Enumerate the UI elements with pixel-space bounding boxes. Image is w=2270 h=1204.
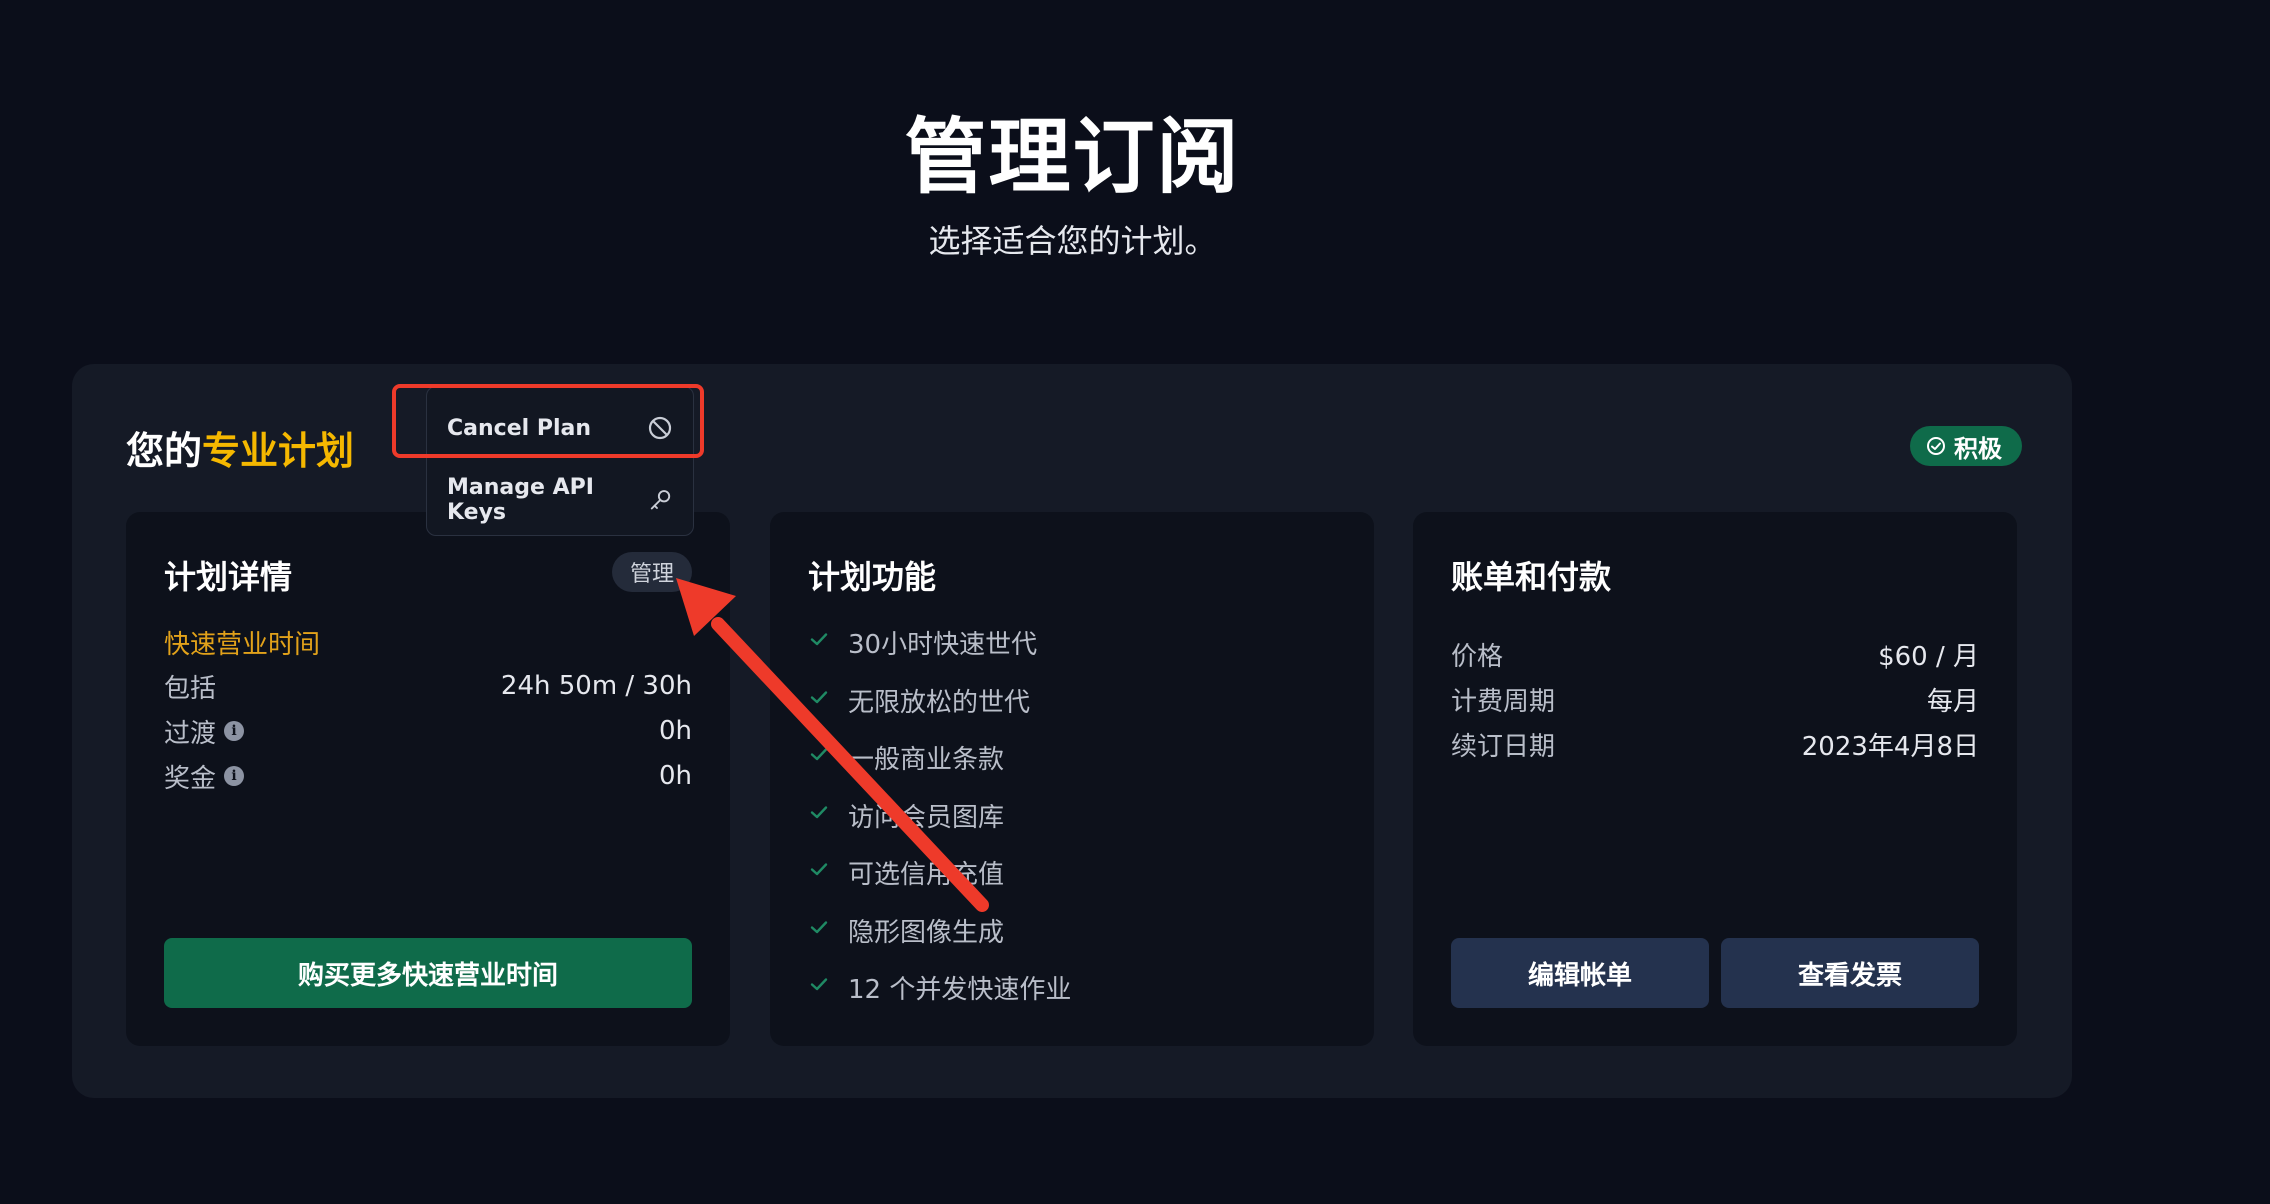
row-value: 0h xyxy=(658,716,692,746)
price-row: 价格 $60 / 月 xyxy=(1451,634,1979,674)
info-icon[interactable]: i xyxy=(224,721,245,741)
page-title: 管理订阅 xyxy=(904,110,1241,205)
key-icon xyxy=(651,490,671,510)
plan-features-title: 计划功能 xyxy=(808,558,937,596)
view-invoices-button[interactable]: 查看发票 xyxy=(1721,938,1979,1008)
subscription-page: 管理订阅 选择适合您的计划。 您的专业计划 积极 计划详情 管理 快速营业时间 … xyxy=(0,0,2270,1204)
list-item: 可选信用充值 xyxy=(808,854,1071,912)
plan-details-panel: 计划详情 管理 快速营业时间 包括 24h 50m / 30h 过渡 i 0h 奖… xyxy=(126,512,730,1046)
row-value: 0h xyxy=(658,761,692,791)
check-icon xyxy=(810,748,828,761)
check-icon xyxy=(810,690,828,703)
rollover-row: 过渡 i 0h xyxy=(164,711,692,751)
manage-button[interactable]: 管理 xyxy=(611,552,692,592)
plan-heading-prefix: 您的 xyxy=(126,429,203,473)
plan-heading: 您的专业计划 xyxy=(126,420,354,475)
check-icon xyxy=(810,863,828,876)
included-row: 包括 24h 50m / 30h xyxy=(164,666,692,706)
row-key: 包括 xyxy=(164,673,217,704)
status-badge-label: 积极 xyxy=(1954,434,2002,463)
plan-features-panel: 计划功能 30小时快速世代 无限放松的世代 一般商业条款 访问会员图库 可选信用… xyxy=(770,512,1374,1046)
row-key: 过渡 xyxy=(164,718,217,749)
bonus-row: 奖金 i 0h xyxy=(164,756,692,796)
billing-panel: 账单和付款 价格 $60 / 月 计费周期 每月 续订日期 2023年4月8日 … xyxy=(1413,512,2017,1046)
status-badge: 积极 xyxy=(1910,426,2022,466)
feature-label: 隐形图像生成 xyxy=(848,917,1005,948)
list-item: 30小时快速世代 xyxy=(808,624,1071,682)
row-value: 每月 xyxy=(1926,686,1979,717)
list-item: 12 个并发快速作业 xyxy=(808,969,1071,1027)
feature-label: 可选信用充值 xyxy=(848,860,1005,890)
feature-label: 12 个并发快速作业 xyxy=(848,975,1072,1005)
row-key: 续订日期 xyxy=(1451,731,1556,762)
fast-hours-label: 快速营业时间 xyxy=(164,630,321,660)
renewal-date-row: 续订日期 2023年4月8日 xyxy=(1451,724,1979,764)
billing-title: 账单和付款 xyxy=(1451,558,1612,596)
plan-heading-accent: 专业计划 xyxy=(202,429,355,473)
list-item: 无限放松的世代 xyxy=(808,682,1071,740)
check-icon xyxy=(810,805,828,818)
row-key: 奖金 xyxy=(164,763,217,794)
row-value: 2023年4月8日 xyxy=(1801,731,1979,762)
billing-cycle-row: 计费周期 每月 xyxy=(1451,679,1979,719)
plan-details-title: 计划详情 xyxy=(164,558,293,596)
feature-label: 访问会员图库 xyxy=(848,802,1005,833)
info-icon[interactable]: i xyxy=(224,766,245,786)
list-item: 隐形图像生成 xyxy=(808,912,1071,970)
list-item: 一般商业条款 xyxy=(808,739,1071,797)
feature-label: 一般商业条款 xyxy=(848,745,1005,775)
feature-label: 无限放松的世代 xyxy=(848,687,1031,718)
row-key: 价格 xyxy=(1451,641,1504,672)
check-icon xyxy=(810,633,828,646)
feature-label: 30小时快速世代 xyxy=(848,630,1038,660)
feature-list: 30小时快速世代 无限放松的世代 一般商业条款 访问会员图库 可选信用充值 隐形… xyxy=(808,624,1071,1027)
check-circle-icon xyxy=(1927,437,1945,455)
row-value: $60 / 月 xyxy=(1878,641,1979,672)
row-value: 24h 50m / 30h xyxy=(500,671,692,701)
check-icon xyxy=(810,978,828,991)
edit-billing-button[interactable]: 编辑帐单 xyxy=(1451,938,1709,1008)
row-key: 计费周期 xyxy=(1451,686,1556,717)
menu-item-label: Manage API Keys xyxy=(447,475,594,525)
page-subtitle: 选择适合您的计划。 xyxy=(928,222,1217,260)
cancel-plan-highlight-box xyxy=(392,384,704,458)
buy-fast-hours-button[interactable]: 购买更多快速营业时间 xyxy=(164,938,692,1008)
manage-api-keys-menu-item[interactable]: Manage API Keys xyxy=(427,471,693,529)
list-item: 访问会员图库 xyxy=(808,797,1071,855)
check-icon xyxy=(810,920,828,933)
